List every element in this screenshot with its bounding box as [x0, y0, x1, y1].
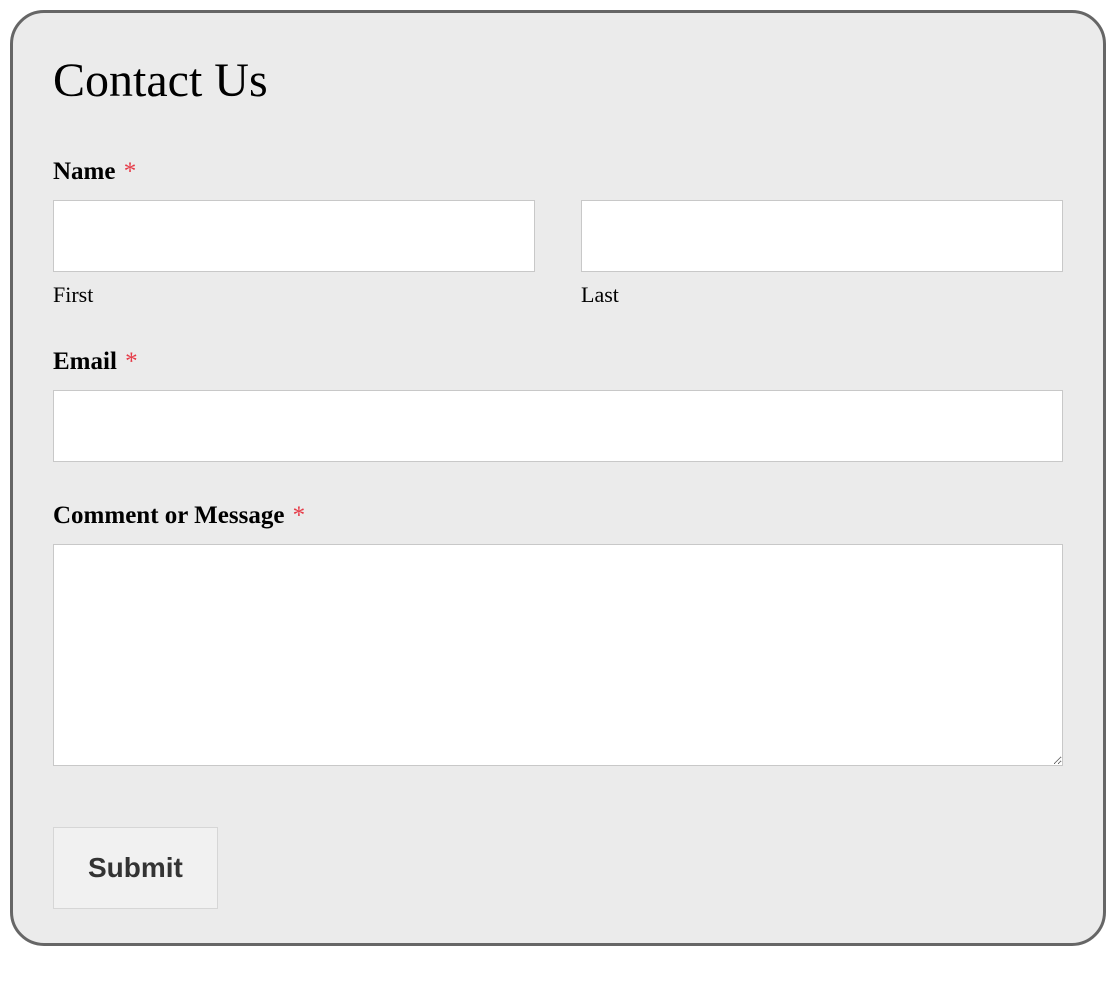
- name-field-group: Name * First Last: [53, 158, 1063, 308]
- first-name-input[interactable]: [53, 200, 535, 272]
- last-name-sublabel: Last: [581, 282, 1063, 308]
- last-name-column: Last: [581, 200, 1063, 308]
- email-input[interactable]: [53, 390, 1063, 462]
- message-textarea[interactable]: [53, 544, 1063, 766]
- required-indicator: *: [125, 348, 138, 375]
- name-row: First Last: [53, 200, 1063, 308]
- required-indicator: *: [124, 158, 137, 185]
- contact-form-card: Contact Us Name * First Last Email * Com…: [10, 10, 1106, 946]
- email-label-text: Email: [53, 348, 117, 375]
- message-label-text: Comment or Message: [53, 502, 284, 529]
- message-label: Comment or Message *: [53, 502, 1063, 530]
- email-field-group: Email *: [53, 348, 1063, 462]
- last-name-input[interactable]: [581, 200, 1063, 272]
- first-name-column: First: [53, 200, 535, 308]
- name-label: Name *: [53, 158, 1063, 186]
- form-title: Contact Us: [53, 53, 1063, 108]
- name-label-text: Name: [53, 158, 115, 185]
- required-indicator: *: [293, 502, 306, 529]
- first-name-sublabel: First: [53, 282, 535, 308]
- email-label: Email *: [53, 348, 1063, 376]
- message-field-group: Comment or Message *: [53, 502, 1063, 771]
- submit-button[interactable]: Submit: [53, 827, 218, 909]
